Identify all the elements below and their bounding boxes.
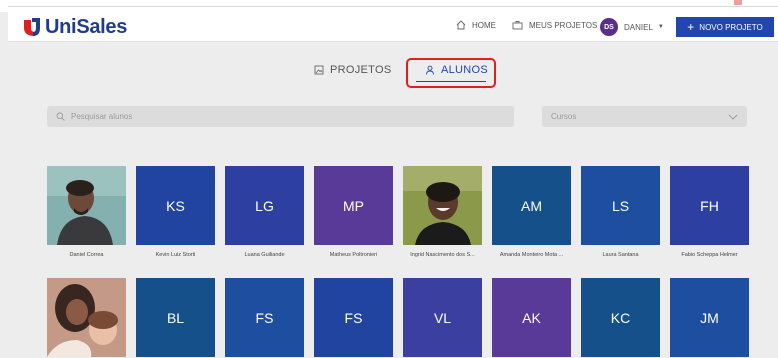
student-card[interactable]: AM Amanda Monteiro Mota ...	[492, 166, 571, 258]
student-name: Amanda Monteiro Mota ...	[499, 252, 564, 258]
image-icon	[314, 65, 324, 75]
home-icon	[456, 20, 466, 30]
brand-logo[interactable]: UniSales	[22, 16, 127, 38]
student-card[interactable]: KS Kevin Luiz Storti	[136, 166, 215, 258]
student-initials-tile: KC	[581, 278, 660, 357]
student-initials-tile: LS	[581, 166, 660, 245]
caret-down-icon: ▼	[657, 24, 664, 30]
student-initials-tile: FH	[670, 166, 749, 245]
user-icon	[426, 65, 434, 75]
student-card[interactable]	[47, 278, 126, 357]
student-initials-tile: LG	[225, 166, 304, 245]
window-top-strip	[0, 0, 778, 12]
student-card[interactable]: BL	[136, 278, 215, 357]
brand-name: UniSales	[45, 15, 128, 38]
student-initials-tile: VL	[403, 278, 482, 357]
tab-alunos-underline	[416, 81, 486, 82]
student-name: Ingrid Nascimento dos S...	[410, 252, 475, 258]
search-input[interactable]	[71, 112, 491, 121]
course-filter[interactable]: Cursos	[542, 106, 747, 127]
student-card[interactable]: Ingrid Nascimento dos S...	[403, 166, 482, 258]
chevron-down-icon	[728, 114, 738, 120]
course-filter-label: Cursos	[551, 112, 577, 121]
student-card[interactable]: KC	[581, 278, 660, 357]
student-photo	[403, 166, 482, 245]
student-card[interactable]: Daniel Correa	[47, 166, 126, 258]
student-card[interactable]: FS	[314, 278, 393, 357]
user-avatar: DS	[600, 18, 618, 36]
student-initials-tile: FS	[225, 278, 304, 357]
tab-projetos-label: PROJETOS	[330, 64, 392, 76]
student-card[interactable]: VL	[403, 278, 482, 357]
divider	[8, 6, 778, 7]
tab-alunos[interactable]: ALUNOS	[425, 64, 488, 76]
student-photo	[47, 278, 126, 357]
student-card[interactable]: FS	[225, 278, 304, 357]
student-card[interactable]: JM	[670, 278, 749, 357]
student-card[interactable]: FH Fabio Scheppa Helmer	[670, 166, 749, 258]
student-initials-tile: BL	[136, 278, 215, 357]
search-bar	[47, 106, 514, 127]
student-name: Daniel Correa	[69, 252, 104, 258]
student-initials-tile: AK	[492, 278, 571, 357]
top-marker	[734, 0, 742, 5]
student-name: Matheus Poltronieri	[329, 252, 378, 258]
student-card[interactable]: AK	[492, 278, 571, 357]
tab-alunos-label: ALUNOS	[441, 64, 489, 76]
navbar: UniSales HOME MEUS PROJETOS DS DANIEL ▼ …	[8, 12, 778, 42]
nav-home[interactable]: HOME	[456, 20, 496, 30]
student-photo	[47, 166, 126, 245]
nav-my-projects[interactable]: MEUS PROJETOS	[512, 20, 597, 30]
user-name: DANIEL	[624, 22, 653, 32]
briefcase-icon	[512, 21, 523, 30]
student-card[interactable]: MP Matheus Poltronieri	[314, 166, 393, 258]
unisales-logo-icon	[24, 18, 40, 36]
new-project-button[interactable]: + NOVO PROJETO	[676, 17, 774, 37]
student-initials-tile: AM	[492, 166, 571, 245]
nav-my-projects-label: MEUS PROJETOS	[529, 20, 598, 30]
user-menu[interactable]: DS DANIEL ▼	[600, 18, 664, 36]
student-name: Kevin Luiz Storti	[155, 252, 196, 258]
student-initials-tile: KS	[136, 166, 215, 245]
view-tabs: PROJETOS ALUNOS	[0, 58, 778, 88]
student-initials-tile: FS	[314, 278, 393, 357]
student-card[interactable]: LS Laura Santana	[581, 166, 660, 258]
tab-projetos[interactable]: PROJETOS	[314, 64, 392, 76]
nav-home-label: HOME	[472, 20, 496, 30]
student-name: Luana Guiliande	[244, 252, 285, 258]
student-initials-tile: JM	[670, 278, 749, 357]
plus-icon: +	[687, 20, 695, 34]
search-icon	[56, 112, 65, 121]
student-name: Laura Santana	[602, 252, 639, 258]
student-name: Fabio Scheppa Helmer	[681, 252, 738, 258]
new-project-label: NOVO PROJETO	[699, 22, 763, 32]
student-initials-tile: MP	[314, 166, 393, 245]
student-card[interactable]: LG Luana Guiliande	[225, 166, 304, 258]
